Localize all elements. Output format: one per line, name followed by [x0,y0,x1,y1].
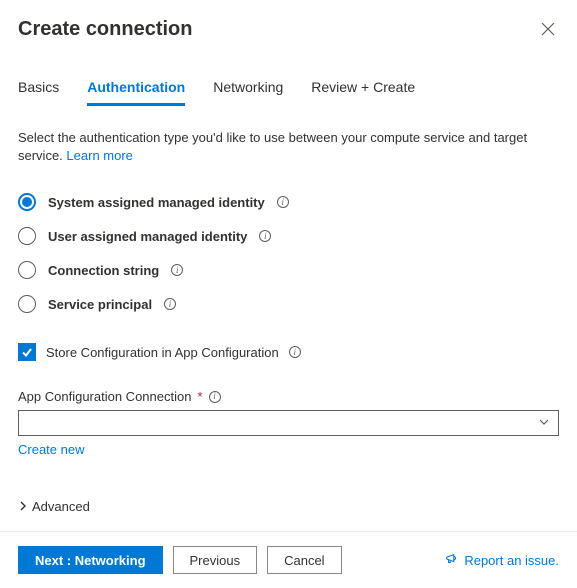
page-title: Create connection [18,18,192,41]
store-config-checkbox-row[interactable]: Store Configuration in App Configuration… [18,343,559,361]
app-config-label-row: App Configuration Connection * i [18,389,559,404]
radio-icon [18,193,36,211]
close-icon [541,22,555,36]
info-icon[interactable]: i [277,196,289,208]
radio-label: Service principal [48,297,152,312]
radio-icon [18,261,36,279]
info-icon[interactable]: i [171,264,183,276]
report-issue-link[interactable]: Report an issue. [445,552,559,569]
tab-authentication[interactable]: Authentication [87,79,185,106]
tab-basics[interactable]: Basics [18,79,59,106]
next-button[interactable]: Next : Networking [18,546,163,574]
previous-button[interactable]: Previous [173,546,258,574]
tab-bar: Basics Authentication Networking Review … [18,79,559,107]
radio-row-user-identity[interactable]: User assigned managed identity i [18,227,559,245]
auth-radio-group: System assigned managed identity i User … [18,193,559,313]
info-icon[interactable]: i [209,391,221,403]
app-config-label: App Configuration Connection [18,389,191,404]
create-new-link[interactable]: Create new [18,442,84,457]
checkbox-checked-icon [18,343,36,361]
store-config-label: Store Configuration in App Configuration [46,345,279,360]
tab-networking[interactable]: Networking [213,79,283,106]
report-issue-label: Report an issue. [464,553,559,568]
chevron-right-icon [18,499,28,514]
tab-review-create[interactable]: Review + Create [311,79,415,106]
advanced-toggle[interactable]: Advanced [18,499,559,514]
radio-row-system-identity[interactable]: System assigned managed identity i [18,193,559,211]
required-marker: * [197,389,202,404]
app-config-dropdown[interactable] [18,410,559,436]
close-button[interactable] [537,18,559,40]
radio-icon [18,227,36,245]
cancel-button[interactable]: Cancel [267,546,341,574]
description-text: Select the authentication type you'd lik… [18,129,559,165]
advanced-label: Advanced [32,499,90,514]
radio-icon [18,295,36,313]
radio-label: System assigned managed identity [48,195,265,210]
info-icon[interactable]: i [289,346,301,358]
learn-more-link[interactable]: Learn more [66,148,132,163]
radio-label: Connection string [48,263,159,278]
info-icon[interactable]: i [164,298,176,310]
chevron-down-icon [538,416,550,431]
radio-row-connection-string[interactable]: Connection string i [18,261,559,279]
radio-label: User assigned managed identity [48,229,247,244]
info-icon[interactable]: i [259,230,271,242]
radio-row-service-principal[interactable]: Service principal i [18,295,559,313]
footer-bar: Next : Networking Previous Cancel Report… [0,531,577,588]
megaphone-icon [445,552,459,569]
